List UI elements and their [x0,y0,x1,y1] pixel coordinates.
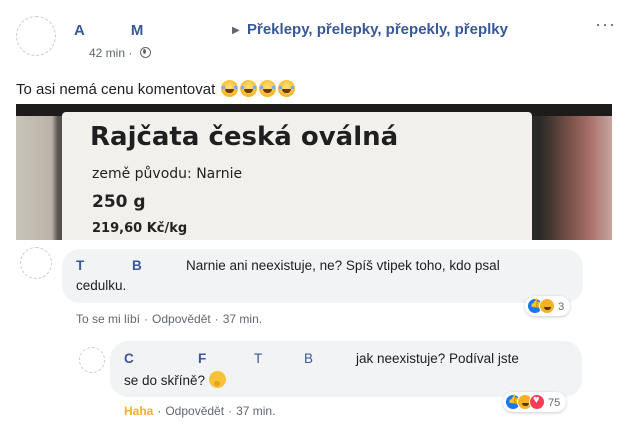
comment-text-line2: cedulku. [76,278,127,293]
more-options-button[interactable]: ··· [595,14,616,35]
author-avatar[interactable] [16,16,56,56]
reply-link[interactable]: Odpovědět [152,312,211,326]
commenter-first-name[interactable]: T [76,257,84,275]
author-last-name[interactable]: M [131,22,144,39]
reply-link[interactable]: Odpovědět [165,404,224,418]
caret-right-icon: ▶ [232,25,240,36]
laughing-emoji-icon [278,80,296,97]
author-first-name[interactable]: A [74,22,85,39]
label-origin: země původu: Narnie [92,166,243,182]
price-label: Rajčata česká oválná země původu: Narnie… [62,112,532,240]
tagged-name-t[interactable]: T [254,350,262,368]
author-name[interactable]: AM [74,22,143,39]
reply-avatar[interactable] [79,347,105,373]
group-name[interactable]: Překlepy, přelepky, přepekly, přeplky [247,21,508,38]
post-photo[interactable]: Rajčata česká oválná země původu: Narnie… [16,104,612,240]
label-weight: 250 g [92,192,146,212]
commenter-avatar[interactable] [20,247,52,279]
comment-reactions[interactable]: 3 [525,296,571,316]
reply-text-line1: jak neexistuje? Podíval jste [356,351,519,366]
label-price: 219,60 Kč/kg [92,221,188,236]
reply-text-line2: se do skříně? [124,373,206,388]
reply-bubble: C F T B jak neexistuje? Podíval jste se … [110,341,582,397]
haha-reaction-link[interactable]: Haha [124,404,153,418]
post-text: To asi nemá cenu komentovat [16,80,297,98]
replier-name-f[interactable]: F [198,350,206,368]
comment-text-line1: Narnie ani neexistuje, ne? Spíš vtipek t… [186,258,500,273]
laughing-emoji-icon [221,80,239,97]
reply-time[interactable]: 37 min. [236,404,275,418]
label-title: Rajčata česká oválná [90,122,399,152]
thinking-emoji-icon [209,371,227,388]
globe-icon [139,47,151,58]
commenter-last-name[interactable]: B [132,257,142,275]
replier-name-c[interactable]: C [124,350,134,368]
post-header: AM ▶ Překlepy, přelepky, přepekly, přepl… [16,10,616,66]
tagged-name-b[interactable]: B [304,350,313,368]
comment-bubble: T B Narnie ani neexistuje, ne? Spíš vtip… [62,249,583,303]
comment-actions: To se mi líbí · Odpovědět · 37 min. [76,312,263,326]
post-time-row: 42 min · [89,46,151,60]
comment-time[interactable]: 37 min. [223,312,262,326]
haha-reaction-icon [539,298,555,314]
post-time[interactable]: 42 min [89,46,125,60]
reaction-count: 75 [548,397,561,409]
reply-text-line2-wrap: se do skříně? [124,371,227,390]
love-reaction-icon [529,394,545,410]
reaction-count: 3 [558,301,565,313]
like-link[interactable]: To se mi líbí [76,312,140,326]
reply-reactions[interactable]: 75 [503,392,567,412]
laughing-emoji-icon [240,80,258,97]
laughing-emoji-icon [259,80,277,97]
laughing-emoji-group [221,80,297,98]
reply-actions: Haha · Odpovědět · 37 min. [124,404,276,418]
post-text-content: To asi nemá cenu komentovat [16,81,216,98]
